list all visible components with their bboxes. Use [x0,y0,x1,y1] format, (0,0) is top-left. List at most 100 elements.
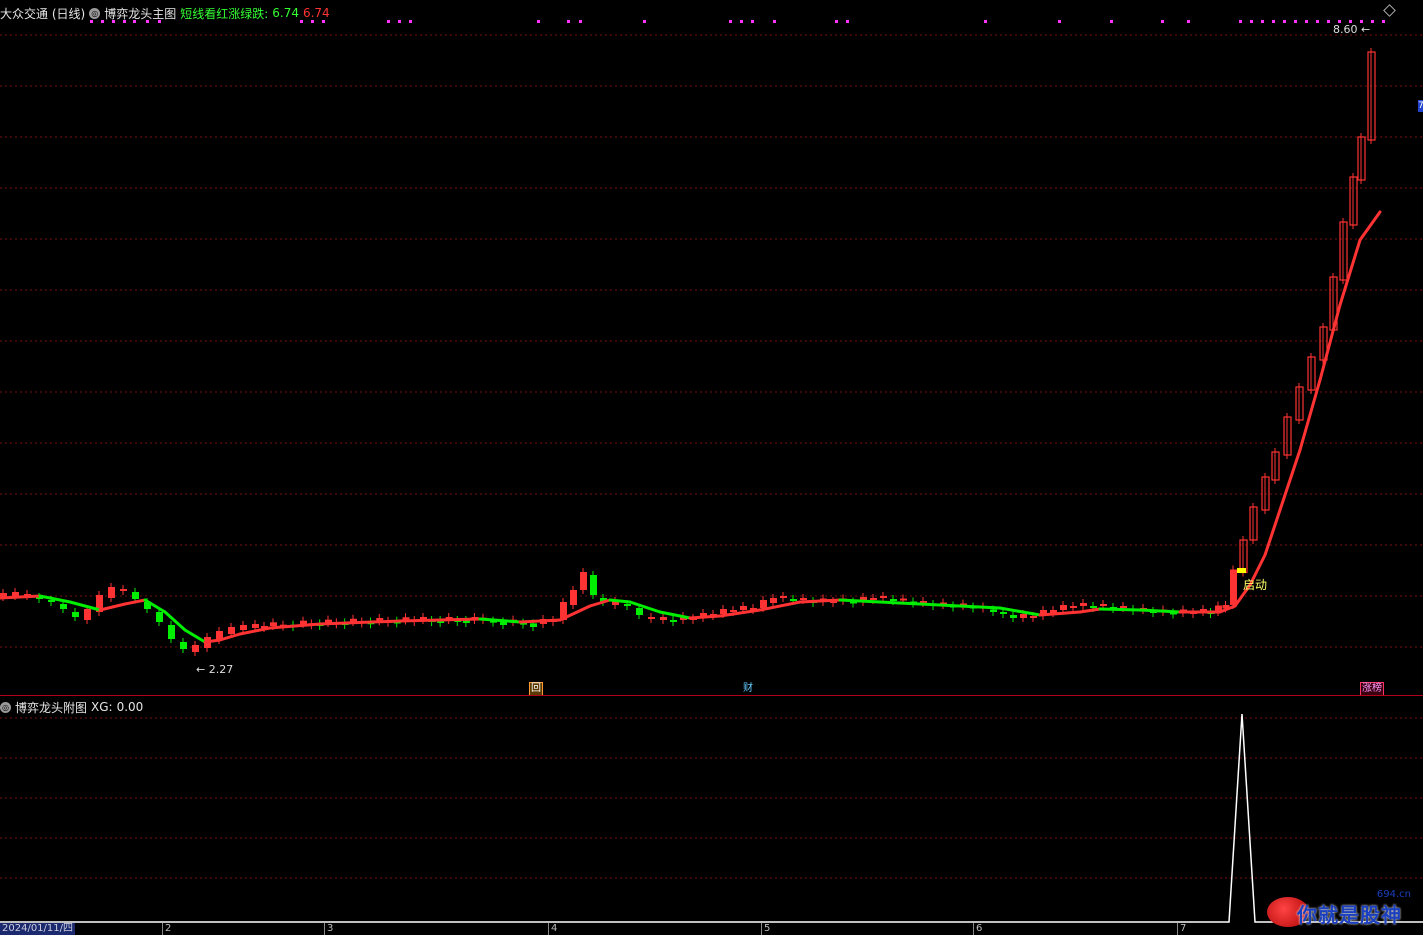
candle-body [300,620,307,624]
signal-dot [1371,20,1374,23]
sub-chart-pane[interactable]: ◎ 博弈龙头附图 XG: 0.00 2024/01/11/四 2 3 4 5 6… [0,696,1423,935]
candle-body [636,608,643,615]
low-price-label: ← 2.27 [196,663,233,676]
signal-dot [773,20,776,23]
candle-body [1060,605,1067,610]
candle-body [1070,606,1077,608]
candle-body [624,604,631,606]
candle-body [580,572,587,590]
ma-line-segment [688,614,722,620]
ma-line-segment [628,600,662,614]
signal-dot [1382,20,1385,23]
candle-body [72,612,79,617]
ma-line-segment [98,602,127,612]
ma-line-segment [0,594,42,600]
candle-body [900,598,907,601]
signal-dot [846,20,849,23]
sub-chart-canvas[interactable] [0,696,1423,935]
signal-dot [1316,20,1319,23]
ma-line-segment [1263,508,1282,557]
signal-dot [387,20,390,23]
signal-dot [835,20,838,23]
ma-line-segment [268,622,322,630]
candle-body [1010,615,1017,618]
candle-body [1020,614,1027,618]
indicator-value-red: 6.74 [302,6,330,20]
signal-dot [1058,20,1061,23]
start-label: 启动 [1243,578,1267,592]
main-indicator-name[interactable]: 博弈龙头主图 [104,5,176,22]
watermark: 你就是股神 694.cn [1267,889,1417,929]
ma-line-segment [608,598,632,604]
signal-dot [1239,20,1242,23]
ma-line-segment [1358,210,1382,242]
candle-body [760,600,767,608]
main-chart-pane[interactable]: 8.60 ← ← 2.27 启动 大众交通 (日线) ◎ 博弈龙头主图 短线看红涨绿… [0,0,1423,696]
ma-line-segment [123,598,147,606]
candle-body [60,604,67,609]
candle-body [192,645,199,652]
right-edge-tag: 7 [1418,100,1423,112]
candle-body [252,624,259,628]
ma-line-segment [838,598,882,604]
collapse-circle-icon[interactable]: ◎ [0,701,11,713]
ma-line-segment [518,618,562,624]
signal-dot [409,20,412,23]
candle-body [1000,612,1007,614]
candle-body [880,596,887,598]
candle-body [570,590,577,605]
signal-dot [1187,20,1190,23]
event-marker-hui[interactable]: 回 [529,682,543,696]
high-price-label: 8.60 ← [1333,23,1370,36]
signal-dot [729,20,732,23]
month-tick: 2 [162,923,171,935]
candle-body [530,623,537,627]
candle-body [1120,606,1127,608]
candle-body [270,622,277,626]
sub-header: ◎ 博弈龙头附图 XG: 0.00 [0,698,143,716]
candle-body [660,617,667,620]
signal-dot [579,20,582,23]
candle-body [228,627,235,634]
candle-body [180,642,187,649]
xg-value: 0.00 [116,700,144,714]
candle-body [84,609,91,620]
signal-dot [1110,20,1113,23]
candle-body [156,612,163,622]
candle-body [800,598,807,600]
signal-dot [1283,20,1286,23]
collapse-circle-icon[interactable]: ◎ [89,7,101,19]
indicator-label: 短线看红涨绿跌: [180,6,269,21]
candle-body [648,617,655,619]
month-tick: 7 [1177,923,1186,935]
signal-dot [1294,20,1297,23]
candle-body [590,575,597,595]
signal-dot [751,20,754,23]
start-marker [1237,568,1246,573]
candle-body [1090,606,1097,608]
watermark-site: 694.cn [1376,889,1411,900]
ma-line-segment [918,602,962,608]
signal-dot [1261,20,1264,23]
candle-body [720,609,727,614]
sub-indicator-name[interactable]: 博弈龙头附图 [15,699,87,716]
signal-dot [984,20,987,23]
stock-title[interactable]: 大众交通 (日线) [0,5,85,22]
indicator-value-green: 6.74 [272,6,299,20]
month-tick: 6 [973,923,982,935]
candle-body [108,587,115,598]
ma-line-segment [878,600,922,606]
event-marker-cai[interactable]: 财 [741,682,755,696]
ma-line-segment [398,617,482,623]
event-marker-zhangbang[interactable]: 涨榜 [1360,682,1384,696]
candle-body [790,599,797,601]
main-header: 大众交通 (日线) ◎ 博弈龙头主图 短线看红涨绿跌: 6.74 6.74 [0,4,330,22]
candle-body [730,610,737,612]
month-tick: 3 [324,923,333,935]
ma-line-segment [183,628,207,644]
signal-dot [398,20,401,23]
main-chart-canvas[interactable]: 8.60 ← ← 2.27 启动 [0,0,1423,695]
candle-body [670,620,677,622]
xg-label: XG: [91,700,113,714]
signal-dot [537,20,540,23]
